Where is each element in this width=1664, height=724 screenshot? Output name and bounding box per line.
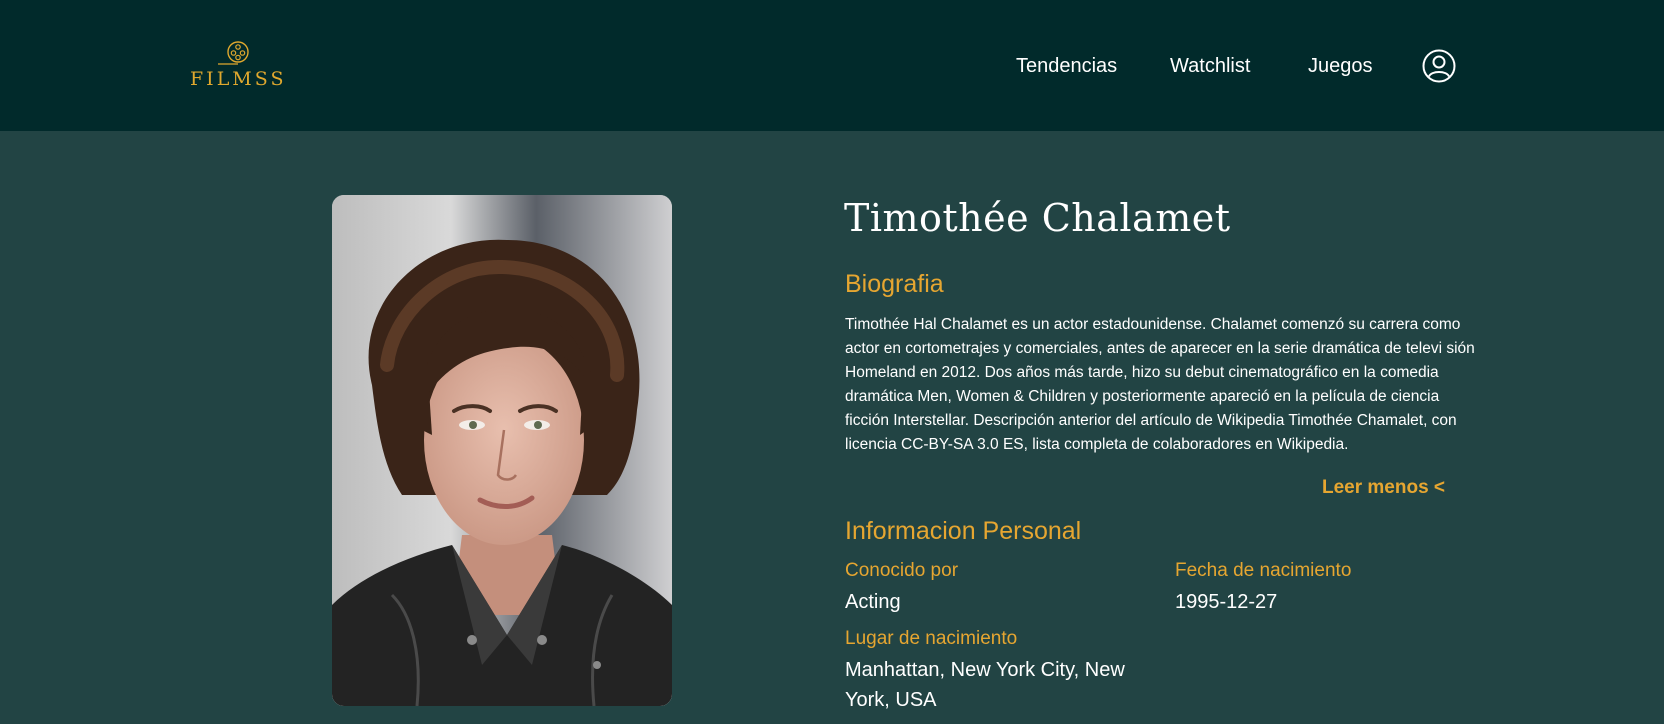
birthplace-value: Manhattan, New York City, New York, USA [845,659,1125,711]
nav-item-tendencias[interactable]: Tendencias [1016,52,1117,80]
known-for-label: Conocido por [845,560,959,581]
biography-title: Biografia [845,270,944,298]
read-less-button[interactable]: Leer menos < [1322,477,1445,499]
user-circle-icon[interactable] [1422,49,1456,83]
birthdate-value: 1995-12-27 [1175,591,1278,613]
biography-text: Timothée Hal Chalamet es un actor estado… [845,316,1475,453]
nav-item-juegos[interactable]: Juegos [1308,52,1373,80]
portrait-photo [332,195,672,706]
birthplace-label: Lugar de nacimiento [845,628,1018,649]
site-header: FILMSS Tendencias Watchlist Juegos [0,0,1664,131]
portrait-illustration [332,195,672,706]
nav-item-watchlist[interactable]: Watchlist [1170,52,1250,80]
personal-info-title: Informacion Personal [845,517,1082,545]
brand-logo[interactable]: FILMSS [190,40,286,92]
known-for-value: Acting [845,591,901,613]
brand-name: FILMSS [190,68,287,90]
film-reel-icon [218,41,249,65]
person-name: Timothée Chalamet [844,196,1231,240]
birthdate-label: Fecha de nacimiento [1175,560,1352,581]
